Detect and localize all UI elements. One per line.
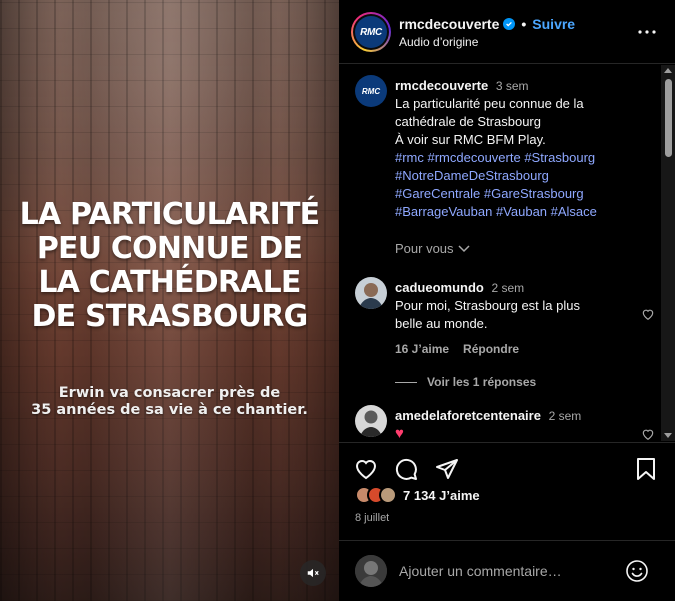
heart-icon [355,460,377,480]
bookmark-icon [637,458,655,480]
chevron-down-icon [458,244,470,252]
comment-like-heart-icon[interactable] [641,427,655,441]
avatar-photo [355,277,387,309]
caption-text-line: La particularité peu connue de la [395,96,584,111]
caption-username[interactable]: rmcdecouverte [395,78,488,93]
author-username[interactable]: rmcdecouverte [399,16,499,32]
comment-username[interactable]: amedelaforetcentenaire [395,408,541,423]
current-user-avatar [355,555,387,587]
avatar-photo [355,555,387,587]
speaker-muted-icon [307,568,319,578]
likes-count[interactable]: 7 134 J’aime [403,488,480,503]
like-button[interactable] [353,456,379,482]
comment-like-count[interactable]: 16 J’aime [395,342,449,356]
hashtag-line[interactable]: #rmc #rmcdecouverte #Strasbourg [395,149,655,167]
share-button[interactable] [434,456,460,482]
send-icon [436,459,458,479]
comment-timestamp[interactable]: 2 sem [491,281,524,295]
video-player[interactable]: LA PARTICULARITÉ PEU CONNUE DE LA CATHÉD… [0,0,339,601]
post-header: RMC rmcdecouverte • Suivre Audio d’origi… [339,0,675,64]
caption-timestamp[interactable]: 3 sem [496,79,529,93]
for-you-dropdown[interactable]: Pour vous [395,241,470,256]
comment-item: cadueomundo 2 sem Pour moi, Strasbourg e… [355,277,655,377]
video-overlay-subtitle: Erwin va consacrer près de 35 années de … [31,385,308,418]
original-audio-link[interactable]: Audio d’origine [399,35,478,49]
more-horizontal-icon [638,30,656,34]
comment-heart-emoji: ♥ [395,425,404,441]
author-avatar-story-ring[interactable]: RMC [351,12,391,52]
avatar-photo [355,405,387,437]
likes-summary[interactable]: 7 134 J’aime [355,486,480,504]
comment-button[interactable] [393,456,419,482]
post-actions-bar [339,442,675,492]
view-replies-button[interactable]: Voir les 1 réponses [395,375,536,389]
for-you-label: Pour vous [395,241,454,256]
comment-input[interactable] [399,559,609,583]
follow-button[interactable]: Suivre [532,16,575,32]
caption-author-avatar[interactable]: RMC [355,75,387,107]
scroll-up-arrow-icon[interactable] [664,68,672,73]
emoji-button[interactable] [625,559,649,583]
hashtag-line[interactable]: #GareCentrale #GareStrasbourg [395,185,655,203]
comment-icon [395,458,417,480]
verified-badge-icon [503,18,516,30]
commenter-avatar[interactable] [355,405,387,437]
reply-button[interactable]: Répondre [463,342,519,356]
post-panel: RMC rmcdecouverte • Suivre Audio d’origi… [339,0,675,601]
comments-scroll-area[interactable]: RMC rmcdecouverte 3 sem La particularité… [339,65,675,441]
hashtag-line[interactable]: #NotreDameDeStrasbourg [395,167,655,185]
caption-text-line: À voir sur RMC BFM Play. [395,132,546,147]
emoji-icon [626,560,648,582]
more-options-button[interactable] [637,24,657,40]
comment-text-line: belle au monde. [395,316,488,331]
comment-username[interactable]: cadueomundo [395,280,484,295]
mute-button[interactable] [300,560,326,586]
commenter-avatar[interactable] [355,277,387,309]
comment-like-heart-icon[interactable] [641,307,655,321]
replies-divider-line [395,381,417,383]
comment-timestamp[interactable]: 2 sem [549,409,582,423]
scroll-down-arrow-icon[interactable] [664,433,672,438]
liker-avatar [379,486,397,504]
caption-text-line: cathédrale de Strasbourg [395,114,541,129]
post-date: 8 juillet [355,512,390,524]
add-comment-bar [339,540,675,601]
scrollbar[interactable] [661,65,675,441]
view-replies-label: Voir les 1 réponses [427,375,537,389]
comment-item: amedelaforetcentenaire 2 sem ♥ [355,405,655,441]
post-viewer: LA PARTICULARITÉ PEU CONNUE DE LA CATHÉD… [0,0,675,601]
save-button[interactable] [633,456,659,482]
separator-dot: • [521,16,527,32]
scrollbar-thumb[interactable] [665,79,672,157]
rmc-logo: RMC [355,16,387,48]
video-overlay-title: LA PARTICULARITÉ PEU CONNUE DE LA CATHÉD… [19,197,321,334]
comment-text-line: Pour moi, Strasbourg est la plus [395,298,580,313]
hashtag-line[interactable]: #BarrageVauban #Vauban #Alsace [395,203,655,221]
